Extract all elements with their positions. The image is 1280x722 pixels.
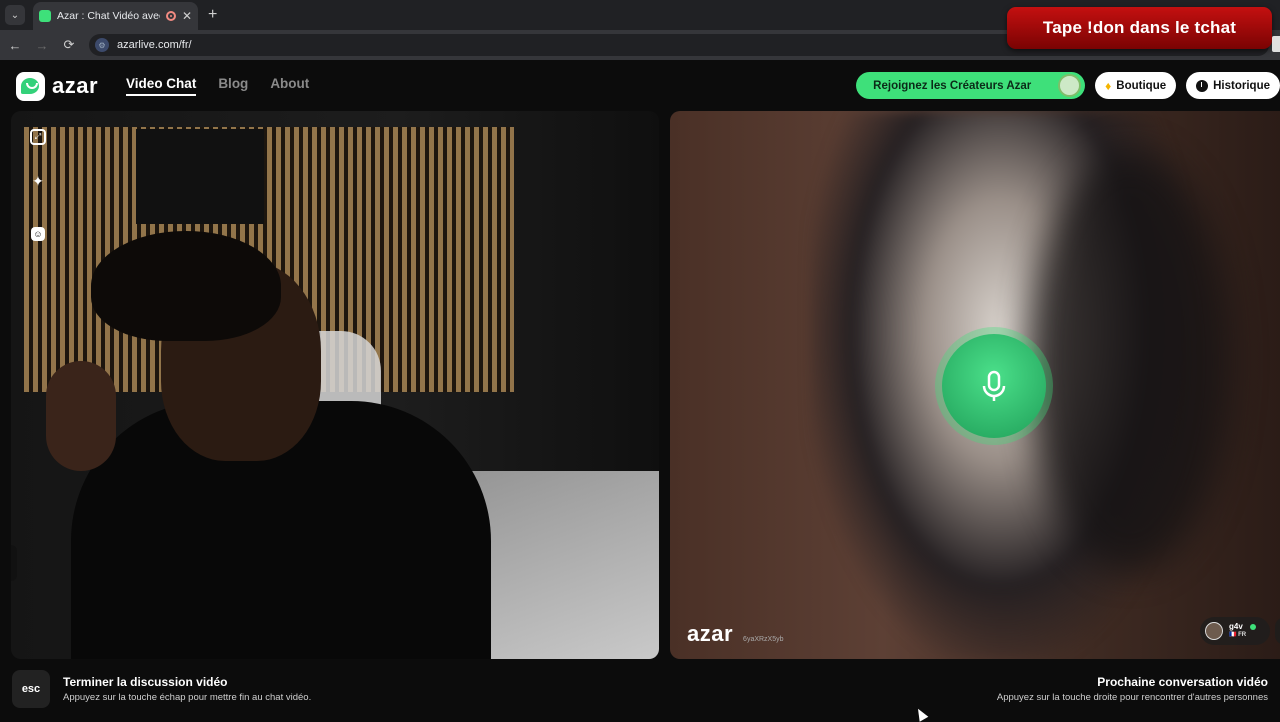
- chevron-down-icon: ⌄: [10, 9, 20, 21]
- nav-video-chat[interactable]: Video Chat: [126, 76, 197, 96]
- url-text: azarlive.com/fr/: [117, 39, 192, 51]
- partner-info: g4v 🇫🇷 FR: [1229, 622, 1246, 640]
- history-label: Historique: [1213, 79, 1270, 92]
- self-video-panel: ⤢ ✦ ☺: [11, 111, 659, 659]
- microphone-icon: [982, 370, 1006, 401]
- next-chat-hint[interactable]: Prochaine conversation vidéo Appuyez sur…: [997, 675, 1268, 703]
- background-screen-image: [136, 129, 264, 224]
- toolbar-edge-fragment: [1272, 36, 1280, 52]
- expand-icon[interactable]: ⤢: [30, 129, 46, 145]
- next-chat-subtitle: Appuyez sur la touche droite pour rencon…: [996, 692, 1268, 703]
- partner-name: g4v: [1229, 622, 1243, 631]
- end-chat-hint: esc Terminer la discussion vidéo Appuyez…: [12, 670, 311, 708]
- esc-key-button[interactable]: esc: [12, 670, 50, 708]
- forward-button[interactable]: →: [30, 38, 54, 53]
- partner-avatar: [1205, 622, 1223, 640]
- online-status-icon: [1250, 623, 1257, 630]
- tab-title: Azar : Chat Vidéo avec de n: [57, 10, 160, 22]
- report-button-edge[interactable]: [1275, 617, 1280, 645]
- sparkle-icon[interactable]: ✦: [26, 169, 50, 193]
- partner-profile-chip[interactable]: g4v 🇫🇷 FR: [1200, 617, 1270, 645]
- nav-about[interactable]: About: [270, 76, 309, 96]
- azar-logo-icon: [16, 71, 45, 101]
- logo-text: azar: [52, 73, 99, 98]
- gem-icon: ♦: [1105, 78, 1112, 93]
- azar-watermark: azar 6yaXRzX5yb: [687, 621, 784, 647]
- history-button[interactable]: Historique: [1186, 72, 1280, 99]
- blurred-dog-shadow: [1030, 151, 1230, 571]
- watermark-logo: azar: [687, 621, 734, 646]
- header-actions: Rejoignez les Créateurs Azar ♦ Boutique …: [856, 72, 1280, 99]
- site-info-icon[interactable]: ⚙: [95, 38, 109, 52]
- next-chat-title: Prochaine conversation vidéo: [1097, 675, 1268, 689]
- creator-badge-icon: [1058, 74, 1082, 97]
- nav-blog[interactable]: Blog: [218, 76, 248, 96]
- mic-button-ring: [935, 327, 1053, 445]
- partner-country: 🇫🇷 FR: [1229, 632, 1247, 638]
- tab-close-button[interactable]: ✕: [182, 9, 192, 23]
- watermark-id: 6yaXRzX5yb: [743, 636, 784, 643]
- reload-button[interactable]: ⟳: [57, 37, 81, 53]
- person-hand-image: [46, 361, 116, 471]
- panel-edge-marker: [11, 545, 17, 581]
- shop-button[interactable]: ♦ Boutique: [1095, 72, 1177, 99]
- join-creators-button[interactable]: Rejoignez les Créateurs Azar: [856, 72, 1086, 99]
- main-nav: Video Chat Blog About: [126, 76, 309, 96]
- person-hair-image: [91, 231, 281, 341]
- tab-search-button[interactable]: ⌄: [5, 5, 25, 25]
- smile-icon[interactable]: ☺: [31, 227, 45, 241]
- azar-favicon-icon: [39, 10, 51, 22]
- video-tools: ⤢ ✦ ☺: [26, 129, 50, 241]
- microphone-button[interactable]: [942, 334, 1046, 438]
- recording-indicator-icon: [165, 11, 176, 21]
- browser-tab[interactable]: Azar : Chat Vidéo avec de n ✕: [33, 2, 198, 30]
- new-tab-button[interactable]: +: [208, 6, 217, 24]
- stream-overlay-banner: Tape !don dans le tchat: [1007, 7, 1272, 49]
- azar-logo[interactable]: azar: [16, 71, 99, 101]
- shop-label: Boutique: [1116, 79, 1167, 92]
- mouse-cursor-icon: [913, 706, 929, 722]
- clock-icon: [1196, 79, 1209, 92]
- end-chat-title: Terminer la discussion vidéo: [63, 675, 228, 689]
- partner-video-panel: azar 6yaXRzX5yb g4v 🇫🇷 FR: [670, 111, 1280, 659]
- site-header: azar Video Chat Blog About Rejoignez les…: [0, 62, 1280, 110]
- end-chat-subtitle: Appuyez sur la touche échap pour mettre …: [63, 692, 312, 703]
- join-creators-label: Rejoignez les Créateurs Azar: [873, 79, 1032, 92]
- back-button[interactable]: ←: [3, 38, 27, 53]
